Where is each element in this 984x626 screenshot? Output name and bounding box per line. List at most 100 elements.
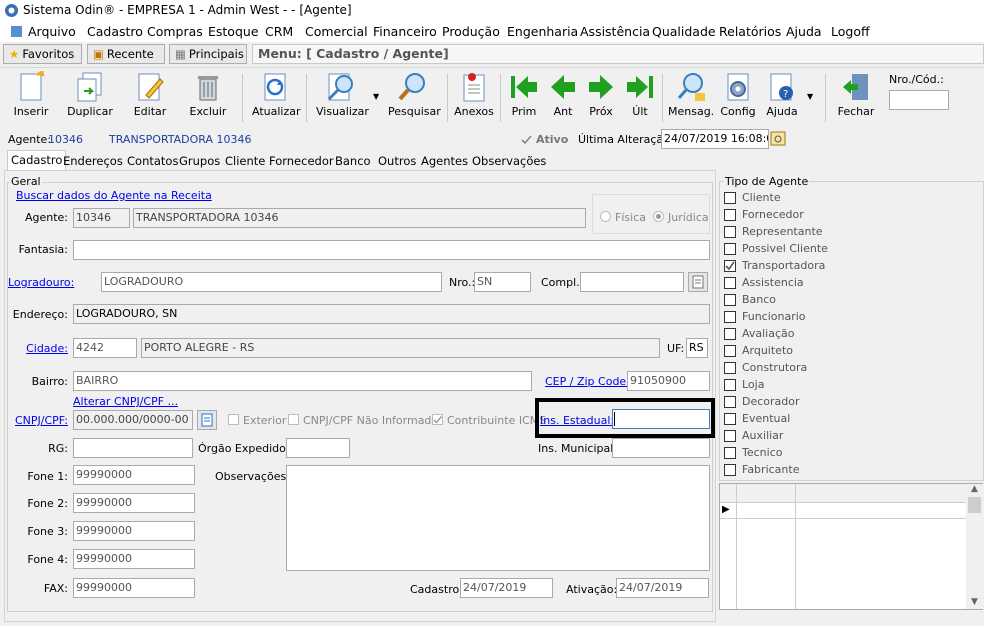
tipo-agente-item[interactable]: Tecnico <box>724 444 782 461</box>
exterior-checkbox[interactable] <box>228 414 239 425</box>
menu-producao[interactable]: Produção <box>442 24 500 39</box>
tipo-agente-item[interactable]: Possivel Cliente <box>724 240 828 257</box>
tipo-agente-checkbox[interactable] <box>724 378 736 391</box>
grid-row[interactable] <box>720 502 966 519</box>
tipo-agente-item[interactable]: Arquiteto <box>724 342 793 359</box>
inserir-button[interactable]: Inserir <box>10 71 52 118</box>
scroll-up-icon[interactable]: ▲ <box>966 484 983 494</box>
duplicar-button[interactable]: Duplicar <box>66 71 114 118</box>
anexos-button[interactable]: Anexos <box>454 71 494 118</box>
tipo-agente-checkbox[interactable] <box>724 276 736 289</box>
cnpj-link[interactable]: CNPJ/CPF: <box>10 414 68 427</box>
menu-logoff[interactable]: Logoff <box>831 24 870 39</box>
tipo-agente-checkbox[interactable] <box>724 259 736 272</box>
calendar-icon[interactable] <box>770 130 786 146</box>
tab-grupos[interactable]: Grupos <box>176 152 223 170</box>
ins-municipal-input[interactable] <box>612 438 710 458</box>
tipo-agente-checkbox[interactable] <box>724 463 736 476</box>
tipo-agente-item[interactable]: Representante <box>724 223 823 240</box>
tipo-agente-item[interactable]: Decorador <box>724 393 800 410</box>
scroll-down-icon[interactable]: ▼ <box>966 597 983 607</box>
tipo-agente-checkbox[interactable] <box>724 327 736 340</box>
logradouro-link[interactable]: Logradouro: <box>8 276 74 289</box>
prim-button[interactable]: Prim <box>506 71 542 118</box>
fisica-radio[interactable] <box>600 211 611 222</box>
tipo-agente-item[interactable]: Construtora <box>724 359 807 376</box>
cidade-code-input[interactable]: 4242 <box>73 338 137 358</box>
tipo-agente-checkbox[interactable] <box>724 361 736 374</box>
menu-arquivo[interactable]: Arquivo <box>10 24 76 39</box>
tipo-agente-checkbox[interactable] <box>724 191 736 204</box>
ajuda-button[interactable]: ? Ajuda <box>763 71 801 118</box>
tipo-agente-checkbox[interactable] <box>724 412 736 425</box>
editar-button[interactable]: Editar <box>130 71 170 118</box>
mensag-button[interactable]: Mensag. <box>668 71 714 118</box>
menu-ajuda[interactable]: Ajuda <box>786 24 822 39</box>
menu-assistencia[interactable]: Assistência <box>580 24 650 39</box>
tipo-agente-checkbox[interactable] <box>724 395 736 408</box>
buscar-receita-link[interactable]: Buscar dados do Agente na Receita <box>16 189 212 202</box>
ant-button[interactable]: Ant <box>545 71 581 118</box>
menu-crm[interactable]: CRM <box>265 24 293 39</box>
rg-input[interactable] <box>73 438 193 458</box>
tipo-agente-checkbox[interactable] <box>724 242 736 255</box>
menu-engenharia[interactable]: Engenharia <box>507 24 578 39</box>
tipo-agente-item[interactable]: Eventual <box>724 410 790 427</box>
fone3-input[interactable]: 99990000 <box>73 521 195 541</box>
menu-relatorios[interactable]: Relatórios <box>719 24 781 39</box>
menu-qualidade[interactable]: Qualidade <box>652 24 716 39</box>
tipo-agente-item[interactable]: Fabricante <box>724 461 799 478</box>
ajuda-dropdown-icon[interactable]: ▼ <box>807 92 813 101</box>
tipo-agente-item[interactable]: Assistencia <box>724 274 804 291</box>
scroll-thumb[interactable] <box>968 497 981 513</box>
tipo-agente-checkbox[interactable] <box>724 310 736 323</box>
pesquisar-button[interactable]: Pesquisar <box>388 71 441 118</box>
menu-comercial[interactable]: Comercial <box>305 24 368 39</box>
tipo-agente-checkbox[interactable] <box>724 225 736 238</box>
visualizar-dropdown-icon[interactable]: ▼ <box>373 92 379 101</box>
fone1-input[interactable]: 99990000 <box>73 465 195 485</box>
tipo-agente-checkbox[interactable] <box>724 208 736 221</box>
tab-enderecos[interactable]: Endereços <box>60 152 126 170</box>
principais-button[interactable]: ▦ Principais <box>169 44 247 64</box>
cidade-link[interactable]: Cidade: <box>10 342 68 355</box>
ativo-checkbox[interactable] <box>521 135 532 146</box>
recente-button[interactable]: ▣ Recente <box>87 44 165 64</box>
tab-banco[interactable]: Banco <box>332 152 374 170</box>
fax-input[interactable]: 99990000 <box>73 578 195 598</box>
tab-fornecedor[interactable]: Fornecedor <box>266 152 337 170</box>
menu-estoque[interactable]: Estoque <box>208 24 259 39</box>
tipo-agente-item[interactable]: Cliente <box>724 189 781 206</box>
tipo-agente-checkbox[interactable] <box>724 293 736 306</box>
address-lookup-button[interactable] <box>688 272 708 292</box>
tab-contatos[interactable]: Contatos <box>124 152 181 170</box>
fone2-input[interactable]: 99990000 <box>73 493 195 513</box>
excluir-button[interactable]: Excluir <box>186 71 230 118</box>
tipo-agente-checkbox[interactable] <box>724 344 736 357</box>
observacoes-textarea[interactable] <box>286 465 710 571</box>
tipo-agente-item[interactable]: Loja <box>724 376 764 393</box>
tipo-agente-checkbox[interactable] <box>724 429 736 442</box>
visualizar-button[interactable]: Visualizar <box>316 71 369 118</box>
tab-cliente[interactable]: Cliente <box>222 152 268 170</box>
tipo-agente-item[interactable]: Funcionario <box>724 308 806 325</box>
logradouro-input[interactable]: LOGRADOURO <box>101 272 442 292</box>
tab-cadastro[interactable]: Cadastro <box>7 150 67 171</box>
menu-compras[interactable]: Compras <box>147 24 203 39</box>
favoritos-button[interactable]: ★ Favoritos <box>3 44 82 64</box>
tipo-agente-item[interactable]: Fornecedor <box>724 206 804 223</box>
juridica-radio[interactable] <box>653 211 664 222</box>
ult-button[interactable]: Últ <box>622 71 658 118</box>
bairro-input[interactable]: BAIRRO <box>73 371 532 391</box>
tab-agentes[interactable]: Agentes <box>418 152 471 170</box>
tipo-agente-item[interactable]: Avaliação <box>724 325 795 342</box>
menu-cadastro[interactable]: Cadastro <box>87 24 143 39</box>
prox-button[interactable]: Próx <box>583 71 619 118</box>
tab-outros[interactable]: Outros <box>375 152 419 170</box>
cnpj-lookup-button[interactable] <box>197 410 217 430</box>
cnpj-nao-informado-checkbox[interactable] <box>288 414 299 425</box>
atualizar-button[interactable]: Atualizar <box>252 71 301 118</box>
alterar-cnpj-link[interactable]: Alterar CNPJ/CPF ... <box>73 395 178 408</box>
fantasia-input[interactable] <box>73 240 710 260</box>
nro-input[interactable]: SN <box>474 272 531 292</box>
